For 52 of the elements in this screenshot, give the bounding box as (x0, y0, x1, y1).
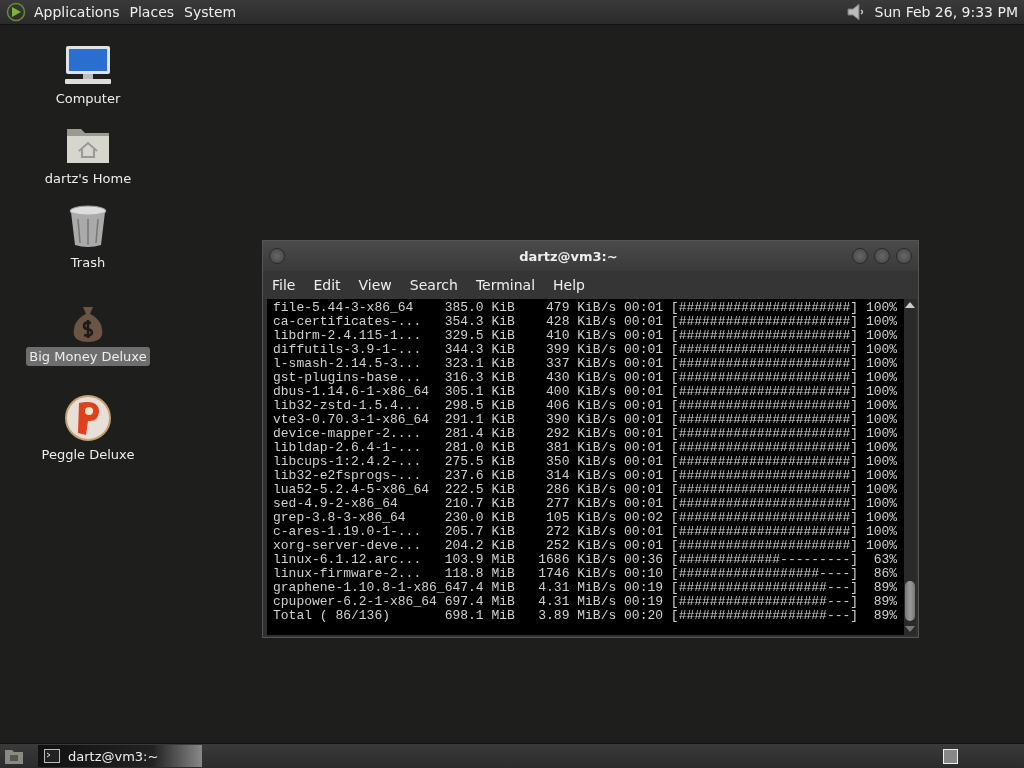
trash-icon[interactable] (68, 205, 108, 249)
money-bag-icon[interactable] (71, 305, 105, 343)
play-logo-icon[interactable] (6, 2, 26, 22)
icon-label[interactable]: dartz's Home (41, 169, 135, 188)
menu-item[interactable]: File (272, 277, 314, 293)
menu-item[interactable]: Terminal (475, 277, 554, 293)
monitor-icon[interactable] (63, 45, 113, 85)
terminal-line: vte3-0.70.3-1-x86_64 291.1 KiB 390 KiB/s 00:01 [######################] 100% (273, 413, 899, 427)
terminal-line: linux-6.1.12.arc... 103.9 MiB 1686 KiB/s 00:36 [#############---------] 63% (273, 553, 899, 567)
icon-label[interactable]: Big Money Deluxe (26, 347, 150, 366)
terminal-line: gst-plugins-base... 316.3 KiB 430 KiB/s 00:01 [######################] 100% (273, 371, 899, 385)
clock[interactable]: Sun Feb 26, 9:33 PM (874, 4, 1020, 20)
taskbar-button[interactable]: dartz@vm3:~ (38, 745, 202, 767)
workspace-switcher[interactable] (943, 748, 958, 764)
terminal-line: grep-3.8-3-x86_64 230.0 KiB 105 KiB/s 00:02 [######################] 100% (273, 511, 899, 525)
terminal-line: sed-4.9-2-x86_64 210.7 KiB 277 KiB/s 00:01 [######################] 100% (273, 497, 899, 511)
scrollbar-thumb[interactable] (905, 581, 915, 621)
terminal-line: graphene-1.10.8-1-x86_647.4 MiB 4.31 MiB/s 00:19 [###################---] 89% (273, 581, 899, 595)
menu-item[interactable]: Edit (313, 277, 359, 293)
show-desktop-icon[interactable] (4, 747, 24, 765)
terminal-line: l-smash-2.14.5-3... 323.1 KiB 337 KiB/s 00:01 [######################] 100% (273, 357, 899, 371)
terminal-line: ca-certificates-... 354.3 KiB 428 KiB/s 00:01 [######################] 100% (273, 315, 899, 329)
terminal-line: file-5.44-3-x86_64 385.0 KiB 479 KiB/s 00:01 [######################] 100% (273, 301, 899, 315)
scrollbar[interactable] (904, 299, 916, 635)
terminal-line: libcups-1:2.4.2-... 275.5 KiB 350 KiB/s 00:01 [######################] 100% (273, 455, 899, 469)
terminal-icon (44, 749, 60, 763)
terminal-line: libdrm-2.4.115-1... 329.5 KiB 410 KiB/s 00:01 [######################] 100% (273, 329, 899, 343)
terminal-line: diffutils-3.9-1-... 344.3 KiB 399 KiB/s 00:01 [######################] 100% (273, 343, 899, 357)
terminal-line: linux-firmware-2... 118.8 MiB 1746 KiB/s 00:10 [##################----] 86% (273, 567, 899, 581)
terminal-line: device-mapper-2.... 281.4 KiB 292 KiB/s 00:01 [######################] 100% (273, 427, 899, 441)
scroll-up-icon[interactable] (905, 302, 915, 308)
panel-menu[interactable]: Applications (32, 4, 128, 20)
terminal-line: libldap-2.6.4-1-... 281.0 KiB 381 KiB/s 00:01 [######################] 100% (273, 441, 899, 455)
game-ball-icon[interactable] (65, 395, 111, 441)
terminal-line: Total ( 86/136) 698.1 MiB 3.89 MiB/s 00:20 [###################---] 89% (273, 609, 899, 623)
icon-label[interactable]: Peggle Deluxe (38, 445, 138, 464)
menu-item[interactable]: View (358, 277, 410, 293)
terminal-line: xorg-server-deve... 204.2 KiB 252 KiB/s 00:01 [######################] 100% (273, 539, 899, 553)
terminal-line: lib32-e2fsprogs-... 237.6 KiB 314 KiB/s 00:01 [######################] 100% (273, 469, 899, 483)
menu-item[interactable]: Help (553, 277, 603, 293)
icon-label[interactable]: Trash (67, 253, 109, 272)
terminal-line: dbus-1.14.6-1-x86_64 305.1 KiB 400 KiB/s 00:01 [######################] 100% (273, 385, 899, 399)
terminal-line: lib32-zstd-1.5.4... 298.5 KiB 406 KiB/s 00:01 [######################] 100% (273, 399, 899, 413)
terminal-line: cpupower-6.2-1-x86_64 697.4 MiB 4.31 MiB/s 00:19 [###################---] 89% (273, 595, 899, 609)
icon-label[interactable]: Computer (52, 89, 124, 108)
terminal-line: lua52-5.2.4-5-x86_64 222.5 KiB 286 KiB/s 00:01 [######################] 100% (273, 483, 899, 497)
panel-menu[interactable]: System (182, 4, 245, 20)
menu-item[interactable]: Search (409, 277, 476, 293)
window-title: dartz@vm3:~ (518, 248, 619, 264)
terminal-line: c-ares-1.19.0-1-... 205.7 KiB 272 KiB/s 00:01 [######################] 100% (273, 525, 899, 539)
panel-menu[interactable]: Places (127, 4, 183, 20)
scroll-down-icon[interactable] (905, 626, 915, 632)
